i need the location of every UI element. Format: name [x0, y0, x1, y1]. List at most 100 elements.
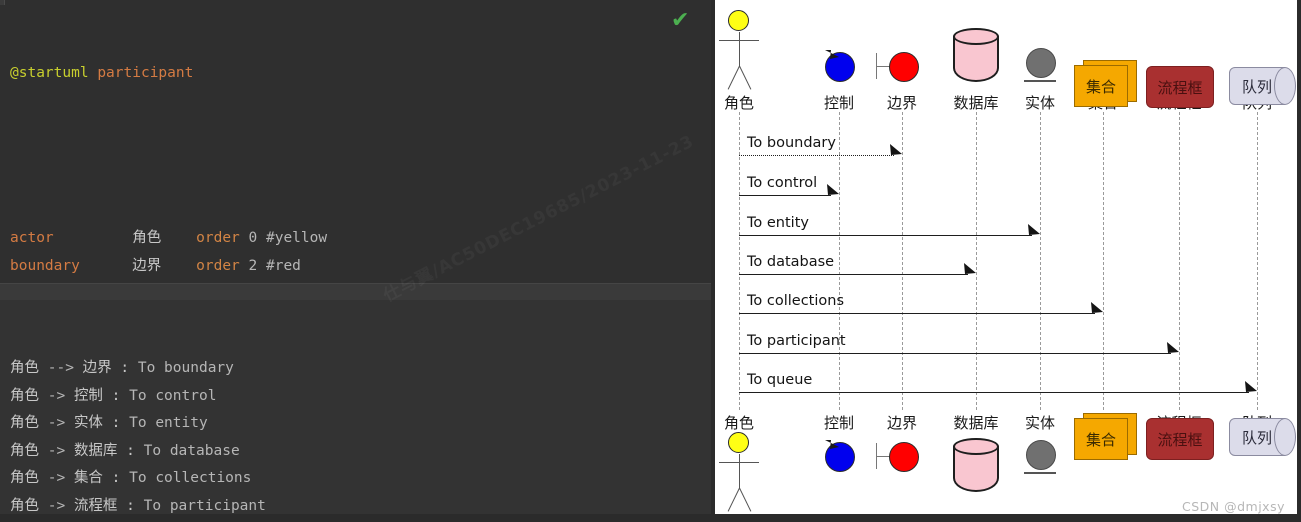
- database-top-ellipse: [953, 28, 999, 45]
- message-from: 角色: [10, 497, 48, 514]
- entity-underline: [1024, 80, 1056, 82]
- hdr-label-actor: 角色: [723, 94, 754, 112]
- message-from: 角色: [10, 360, 48, 376]
- lifeline-control: [839, 112, 840, 410]
- database-cylinder-icon: [953, 28, 999, 82]
- keyword-startuml: @startuml: [10, 65, 89, 81]
- declaration-order-value: 2 #red: [248, 257, 301, 274]
- keyword-participant-arg: participant: [97, 65, 194, 81]
- boundary-circle: [889, 442, 919, 472]
- message-arrow-line: [739, 274, 968, 275]
- declaration-type: boundary: [10, 257, 133, 274]
- plantuml-editor-window: @startuml participant actor 角色 order 0 #…: [0, 0, 1301, 522]
- message-arrow: ->: [47, 470, 74, 486]
- message-arrow-line: [739, 195, 831, 196]
- message-line: 角色 -> 控制 : To control: [0, 383, 711, 411]
- boundary-circle: [889, 52, 919, 82]
- message-arrow-head: [1028, 224, 1040, 235]
- message-arrow: ->: [47, 415, 74, 431]
- code-pane-messages[interactable]: 角色 --> 边界 : To boundary 角色 -> 控制 : To con…: [0, 300, 711, 522]
- actor-arms: [719, 40, 759, 41]
- message-line: 角色 -> 数据库 : To database: [0, 438, 711, 466]
- entity-circle: [1026, 440, 1056, 470]
- message-arrow-line: [739, 392, 1249, 393]
- message-arrow: ->: [47, 387, 74, 404]
- lifeline-queue: [1257, 112, 1258, 410]
- message-from: 角色: [10, 442, 48, 459]
- message-arrow-label: To participant: [747, 333, 846, 349]
- message-to: 实体 :: [73, 415, 130, 431]
- message-arrow-head: [890, 144, 902, 155]
- message-text: To collections: [129, 470, 252, 486]
- message-arrow-label: To boundary: [747, 135, 836, 151]
- declaration-line: actor 角色 order 0 #yellow: [0, 225, 711, 253]
- boundary-connector: [876, 66, 890, 67]
- message-arrow-head: [1091, 302, 1103, 313]
- message-to: 集合 :: [73, 470, 130, 486]
- database-cylinder-icon: [953, 438, 999, 492]
- message-from: 角色: [10, 415, 48, 431]
- message-to: 控制 :: [73, 387, 130, 404]
- message-to: 数据库 :: [73, 442, 144, 459]
- actor-leg-left: [727, 487, 740, 512]
- message-lines: 角色 --> 边界 : To boundary 角色 -> 控制 : To con…: [0, 355, 711, 522]
- code-line-startuml: @startuml participant: [0, 60, 711, 88]
- message-line: 角色 -> 实体 : To entity: [0, 410, 711, 438]
- actor-head-icon: [728, 432, 749, 453]
- message-arrow-label: To collections: [747, 293, 844, 309]
- lifeline-entity: [1040, 112, 1041, 410]
- code-pane-declarations[interactable]: @startuml participant actor 角色 order 0 #…: [0, 5, 711, 439]
- database-top-ellipse: [953, 438, 999, 455]
- lifeline-participant: [1179, 112, 1180, 410]
- message-arrow-line: [739, 353, 1171, 354]
- collections-front-sheet: 集合: [1074, 65, 1128, 107]
- sequence-diagram-panel: 角色角色控制控制边界边界数据库数据库实体实体集合集合流程框流程框队列队列集合流程…: [711, 0, 1297, 522]
- ftr-label-actor: 角色: [723, 414, 754, 432]
- declaration-order-keyword: order: [196, 230, 249, 246]
- queue-end-cap: [1274, 418, 1296, 456]
- message-arrow-head: [964, 263, 976, 274]
- queue-end-cap: [1274, 67, 1296, 105]
- message-text: To control: [129, 387, 217, 404]
- message-line: 角色 -> 集合 : To collections: [0, 465, 711, 493]
- message-arrow-label: To queue: [747, 372, 813, 388]
- message-arrow: ->: [47, 442, 74, 459]
- message-arrow-head: [1167, 342, 1179, 353]
- participant-box-icon: 流程框: [1146, 418, 1214, 460]
- message-text: To boundary: [137, 360, 234, 376]
- message-to: 边界 :: [82, 360, 138, 376]
- participant-box-icon: 流程框: [1146, 66, 1214, 108]
- control-arrow-glyph: [825, 440, 839, 449]
- actor-torso: [739, 32, 740, 66]
- message-arrow: -->: [47, 360, 83, 376]
- message-text: To entity: [129, 415, 208, 431]
- message-arrow-label: To entity: [747, 215, 809, 231]
- entity-circle: [1026, 48, 1056, 78]
- declaration-name: 角色: [132, 230, 197, 246]
- hdr-label-boundary: 边界: [886, 94, 917, 112]
- message-line: 角色 --> 边界 : To boundary: [0, 355, 711, 383]
- message-text: To participant: [143, 497, 266, 514]
- actor-leg-right: [739, 487, 752, 512]
- lifeline-collections: [1103, 112, 1104, 410]
- message-arrow-line: [739, 235, 1032, 236]
- window-bottom-strip: [0, 514, 1301, 522]
- code-editor-panel[interactable]: @startuml participant actor 角色 order 0 #…: [0, 0, 711, 522]
- boundary-connector: [876, 456, 890, 457]
- control-arrow-glyph: [825, 50, 839, 59]
- actor-leg-left: [727, 65, 740, 90]
- message-from: 角色: [10, 387, 48, 404]
- declaration-order-value: 0 #yellow: [248, 230, 328, 246]
- check-icon: ✔: [671, 8, 690, 33]
- message-arrow-label: To database: [747, 254, 835, 270]
- message-arrow: ->: [47, 497, 74, 514]
- message-text: To database: [143, 442, 240, 459]
- ftr-label-boundary: 边界: [886, 414, 917, 432]
- actor-arms: [719, 462, 759, 463]
- actor-torso: [739, 454, 740, 488]
- csdn-watermark: CSDN @dmjxsy: [1181, 499, 1285, 514]
- message-arrow-head: [1245, 381, 1257, 392]
- message-to: 流程框 :: [73, 497, 144, 514]
- entity-underline: [1024, 472, 1056, 474]
- collections-front-sheet: 集合: [1074, 418, 1128, 460]
